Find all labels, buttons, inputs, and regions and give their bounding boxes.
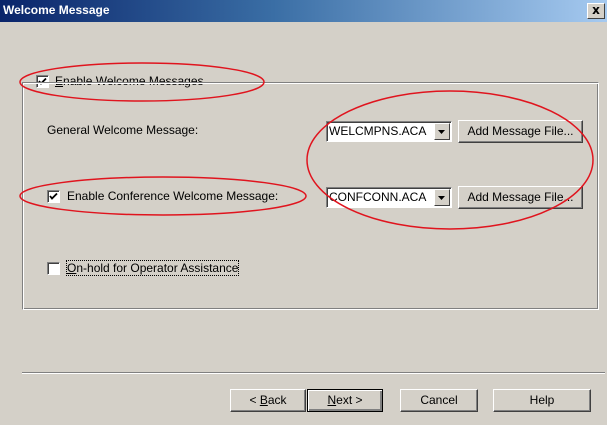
back-button[interactable]: < Back [230, 389, 306, 412]
add-general-message-file-button[interactable]: Add Message File... [458, 120, 583, 143]
chevron-down-icon [438, 196, 445, 200]
onhold-operator-assistance-label[interactable]: On-hold for Operator Assistance [65, 260, 240, 276]
chevron-down-icon [438, 130, 445, 134]
onhold-operator-assistance-checkbox[interactable] [47, 262, 60, 275]
dropdown-arrow-button[interactable] [434, 189, 450, 206]
cancel-button[interactable]: Cancel [400, 389, 478, 412]
conference-welcome-message-value: CONFCONN.ACA [329, 190, 427, 204]
general-welcome-message-label: General Welcome Message: [47, 123, 199, 137]
dialog-title: Welcome Message [3, 3, 110, 17]
close-icon: x [592, 3, 600, 17]
welcome-message-dialog: Welcome Message x Enable Welcome Message… [0, 0, 607, 425]
close-button[interactable]: x [587, 3, 605, 19]
next-button[interactable]: Next > [307, 389, 383, 412]
general-welcome-message-select[interactable]: WELCMPNS.ACA [326, 121, 452, 142]
dropdown-arrow-button[interactable] [434, 123, 450, 140]
help-button[interactable]: Help [493, 389, 591, 412]
enable-conference-welcome-checkbox[interactable] [47, 190, 60, 203]
enable-conference-welcome-label[interactable]: Enable Conference Welcome Message: [67, 189, 278, 203]
add-conference-message-file-button[interactable]: Add Message File... [458, 186, 583, 209]
title-bar[interactable]: Welcome Message x [0, 0, 607, 22]
checkmark-icon [49, 192, 58, 200]
general-welcome-message-value: WELCMPNS.ACA [329, 124, 427, 138]
footer-separator [22, 372, 605, 374]
conference-welcome-message-select[interactable]: CONFCONN.ACA [326, 187, 452, 208]
